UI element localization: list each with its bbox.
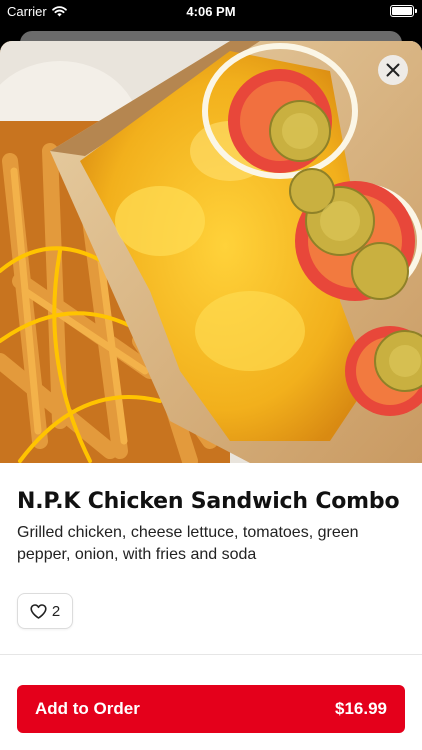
add-to-order-button[interactable]: Add to Order $16.99 <box>17 685 405 733</box>
battery-icon <box>390 5 417 17</box>
item-info: N.P.K Chicken Sandwich Combo Grilled chi… <box>17 487 405 566</box>
item-title: N.P.K Chicken Sandwich Combo <box>17 489 400 514</box>
heart-outline-icon <box>30 603 47 619</box>
order-price: $16.99 <box>335 699 387 718</box>
like-button[interactable]: 2 <box>17 593 73 629</box>
close-button[interactable] <box>378 55 408 85</box>
close-icon <box>386 63 400 77</box>
status-time: 4:06 PM <box>186 4 236 19</box>
divider <box>0 654 422 655</box>
item-detail-sheet: N.P.K Chicken Sandwich Combo Grilled chi… <box>0 41 422 750</box>
like-count: 2 <box>51 602 61 620</box>
item-photo <box>0 41 422 463</box>
add-to-order-label: Add to Order <box>35 699 140 718</box>
item-description: Grilled chicken, cheese lettuce, tomatoe… <box>17 524 359 563</box>
status-bar: Carrier 4:06 PM <box>0 0 422 26</box>
